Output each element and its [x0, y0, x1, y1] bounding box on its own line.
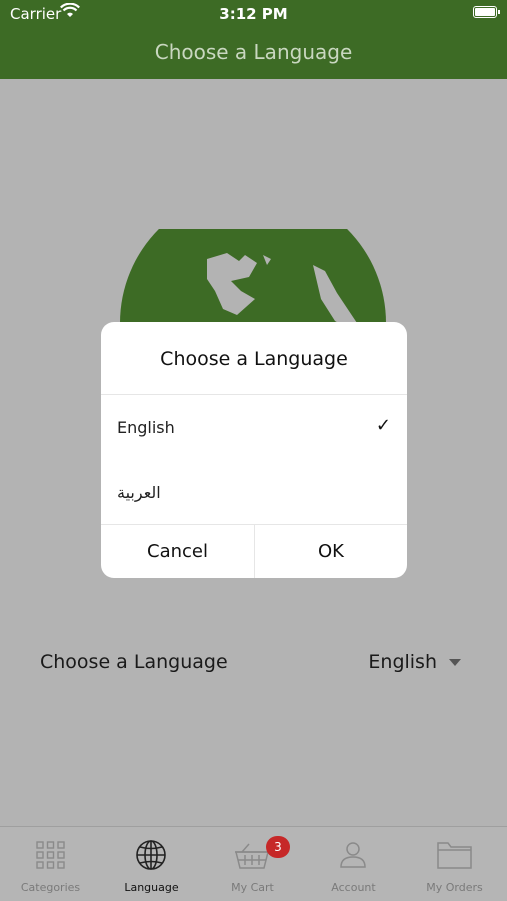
option-label: العربية [117, 483, 161, 502]
cancel-button[interactable]: Cancel [101, 525, 254, 578]
status-bar: Carrier 3:12 PM [0, 0, 507, 28]
tab-categories[interactable]: Categories [0, 827, 101, 901]
language-row-label: Choose a Language [40, 651, 228, 673]
tab-language[interactable]: Language [101, 827, 202, 901]
option-label: English [117, 418, 175, 437]
status-time: 3:12 PM [219, 5, 288, 23]
cart-count-badge: 3 [266, 836, 290, 858]
tab-my-cart[interactable]: My Cart [202, 827, 303, 901]
tab-label: My Cart [231, 881, 274, 894]
user-icon [340, 842, 366, 868]
checkmark-icon: ✓ [375, 415, 391, 436]
battery-icon [473, 6, 500, 18]
dropdown-caret-icon[interactable] [449, 659, 461, 666]
tab-label: Account [331, 881, 376, 894]
page-title: Choose a Language [154, 40, 353, 64]
language-option-english[interactable]: English ✓ [101, 396, 407, 460]
dialog-title: Choose a Language [160, 348, 348, 370]
language-option-arabic[interactable]: العربية [101, 461, 407, 525]
folder-icon [437, 842, 472, 869]
tab-label: Categories [20, 881, 81, 894]
tab-label: My Orders [426, 881, 483, 894]
grid-icon [36, 841, 65, 869]
language-dialog: Choose a Language English ✓ العربية Canc… [101, 322, 407, 578]
tab-account[interactable]: Account [303, 827, 404, 901]
tab-bar: Categories Language My Cart Account My O… [0, 826, 507, 901]
tab-label: Language [124, 881, 179, 894]
ok-button[interactable]: OK [255, 525, 407, 578]
nav-bar: Choose a Language [0, 28, 507, 79]
tab-my-orders[interactable]: My Orders [404, 827, 505, 901]
globe-icon [136, 840, 166, 870]
language-selector[interactable]: English [368, 651, 437, 673]
divider [101, 394, 407, 395]
